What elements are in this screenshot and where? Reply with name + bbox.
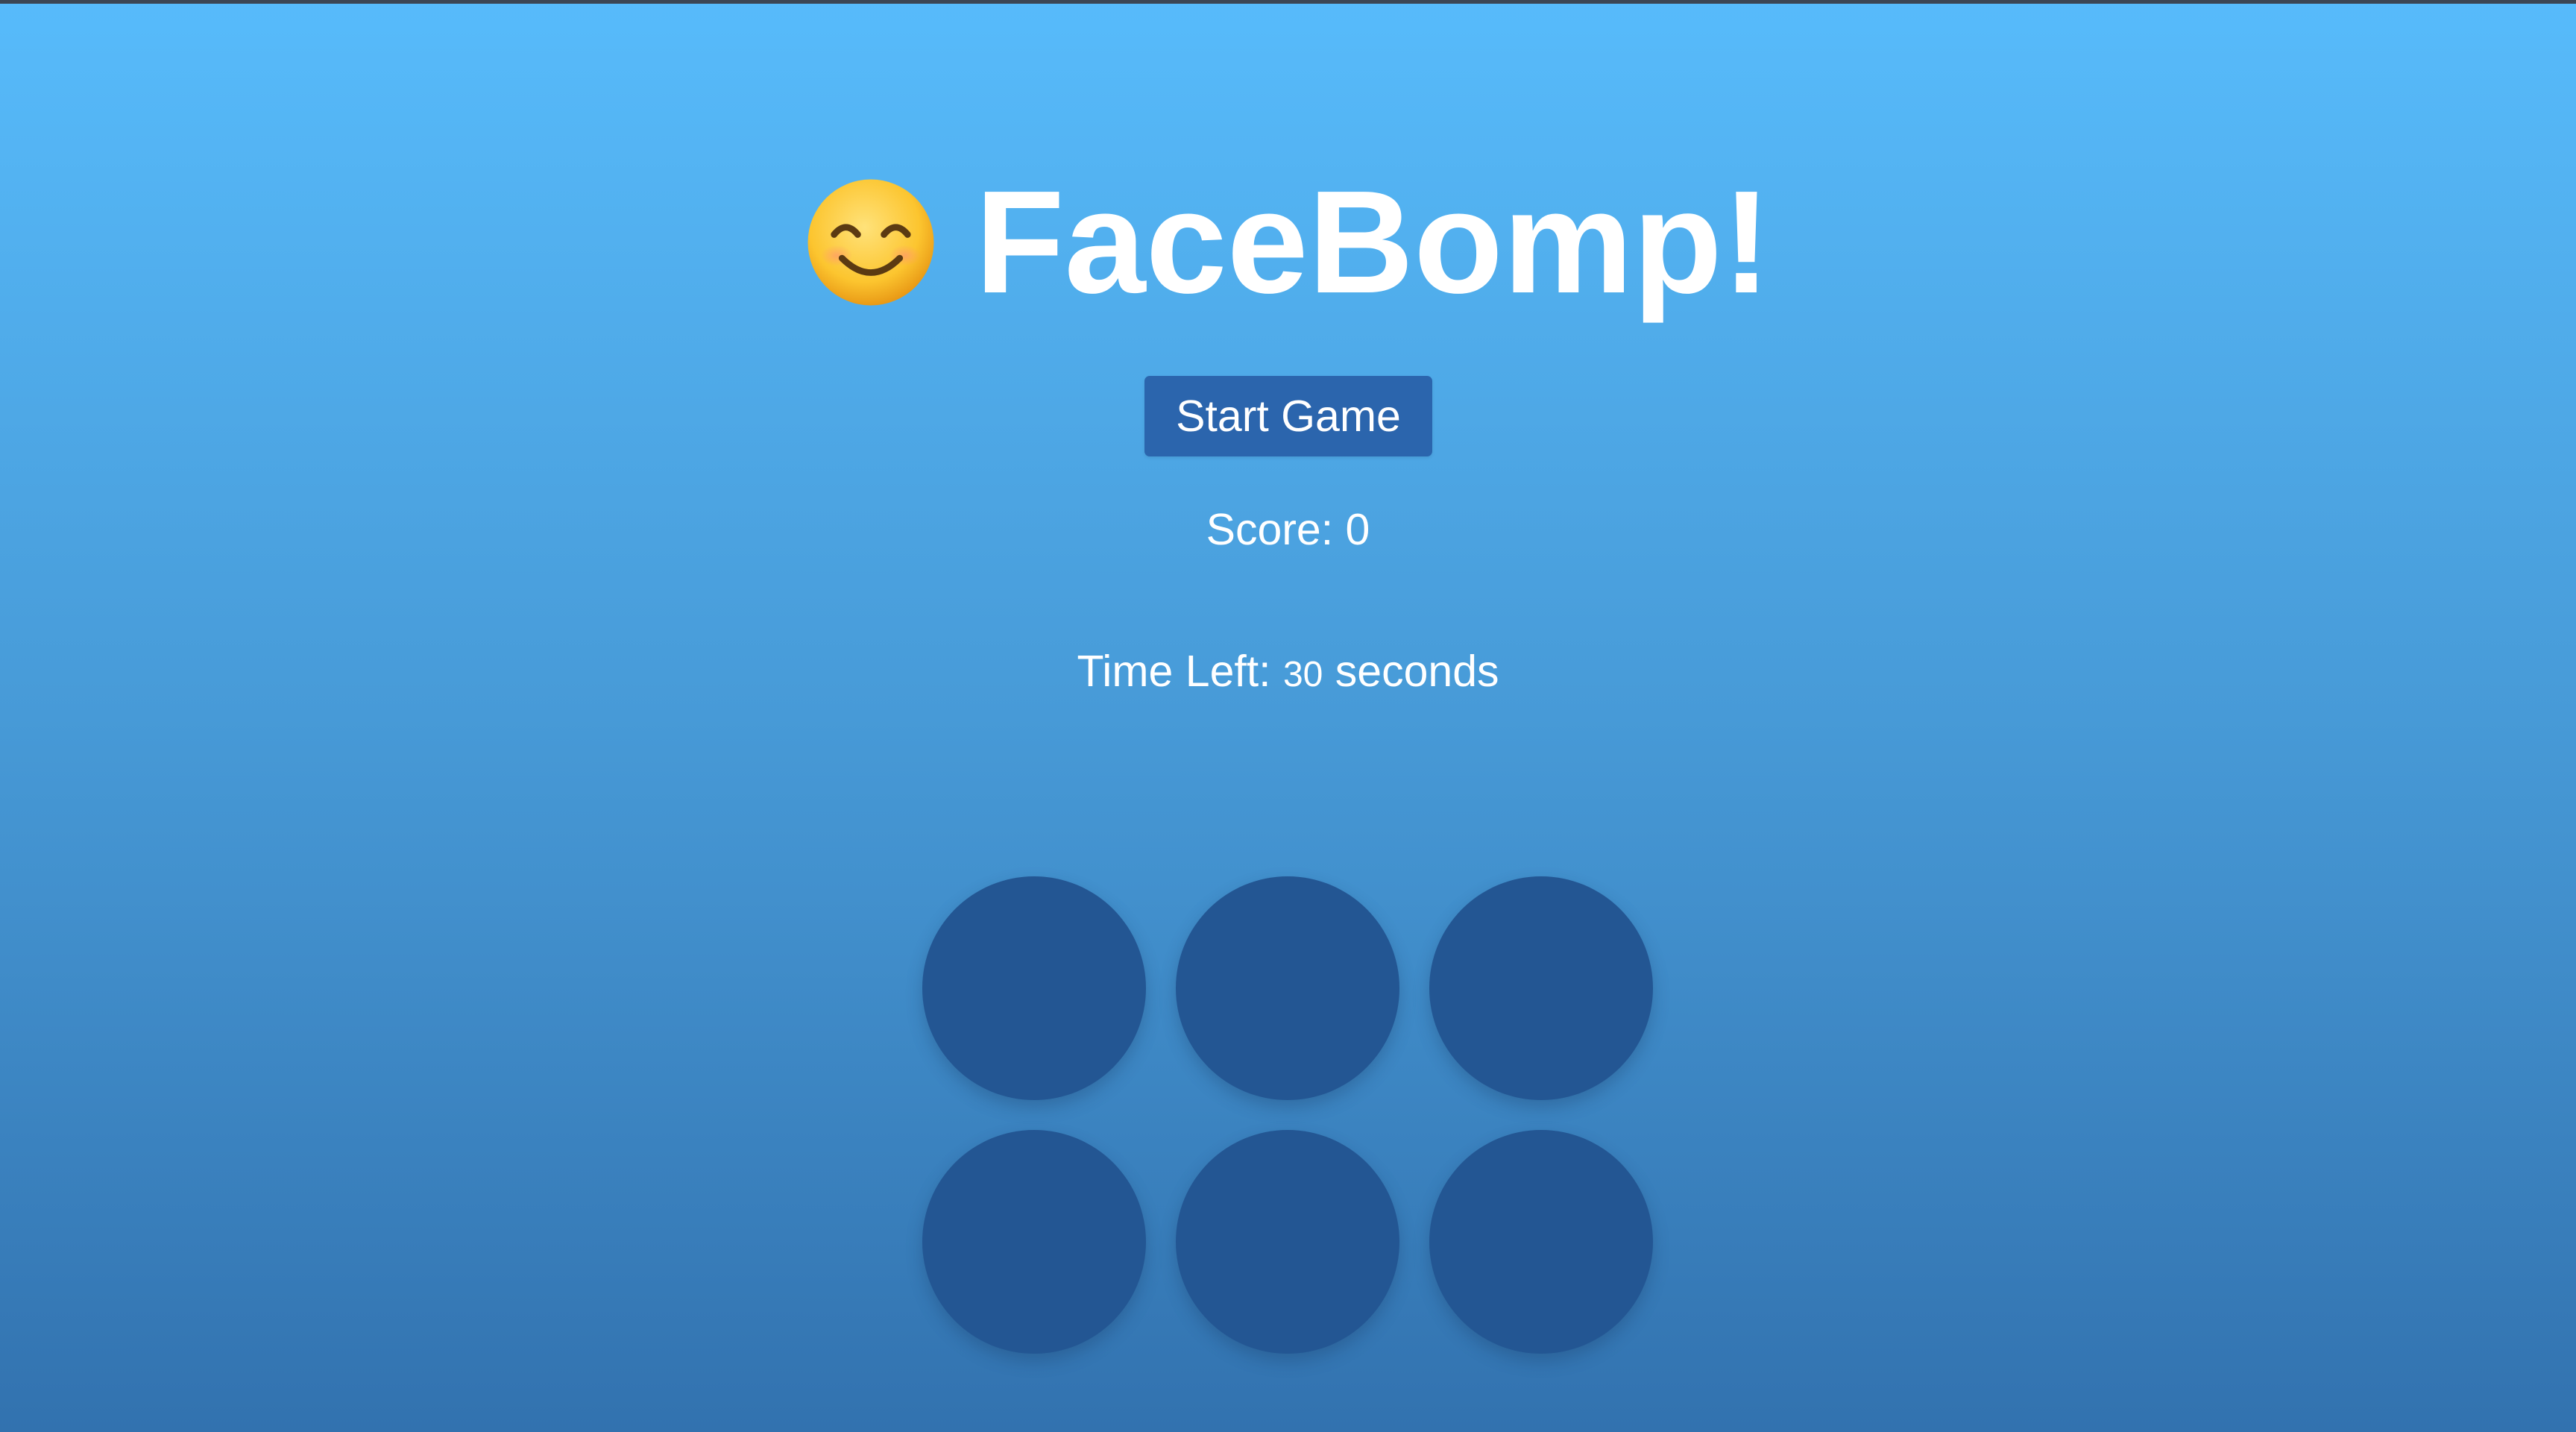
score-label: Score: [1206, 505, 1334, 554]
smiling-face-icon [805, 177, 936, 308]
time-display: Time Left: 30 seconds [0, 641, 2576, 705]
game-title: FaceBomp! [0, 160, 2576, 324]
hole[interactable] [922, 1130, 1146, 1354]
hole[interactable] [1429, 1130, 1653, 1354]
hole[interactable] [922, 876, 1146, 1100]
time-value: 30 [1282, 655, 1323, 694]
hole-grid [922, 876, 1653, 1354]
time-unit: seconds [1335, 647, 1499, 696]
start-game-button[interactable]: Start Game [1144, 376, 1432, 456]
hole[interactable] [1176, 876, 1399, 1100]
game-title-text: FaceBomp! [974, 160, 1772, 324]
hole[interactable] [1429, 876, 1653, 1100]
score-display: Score: 0 [0, 500, 2576, 559]
score-value: 0 [1345, 505, 1370, 554]
window-top-edge [0, 0, 2576, 4]
hole[interactable] [1176, 1130, 1399, 1354]
time-label: Time Left: [1077, 647, 1271, 696]
